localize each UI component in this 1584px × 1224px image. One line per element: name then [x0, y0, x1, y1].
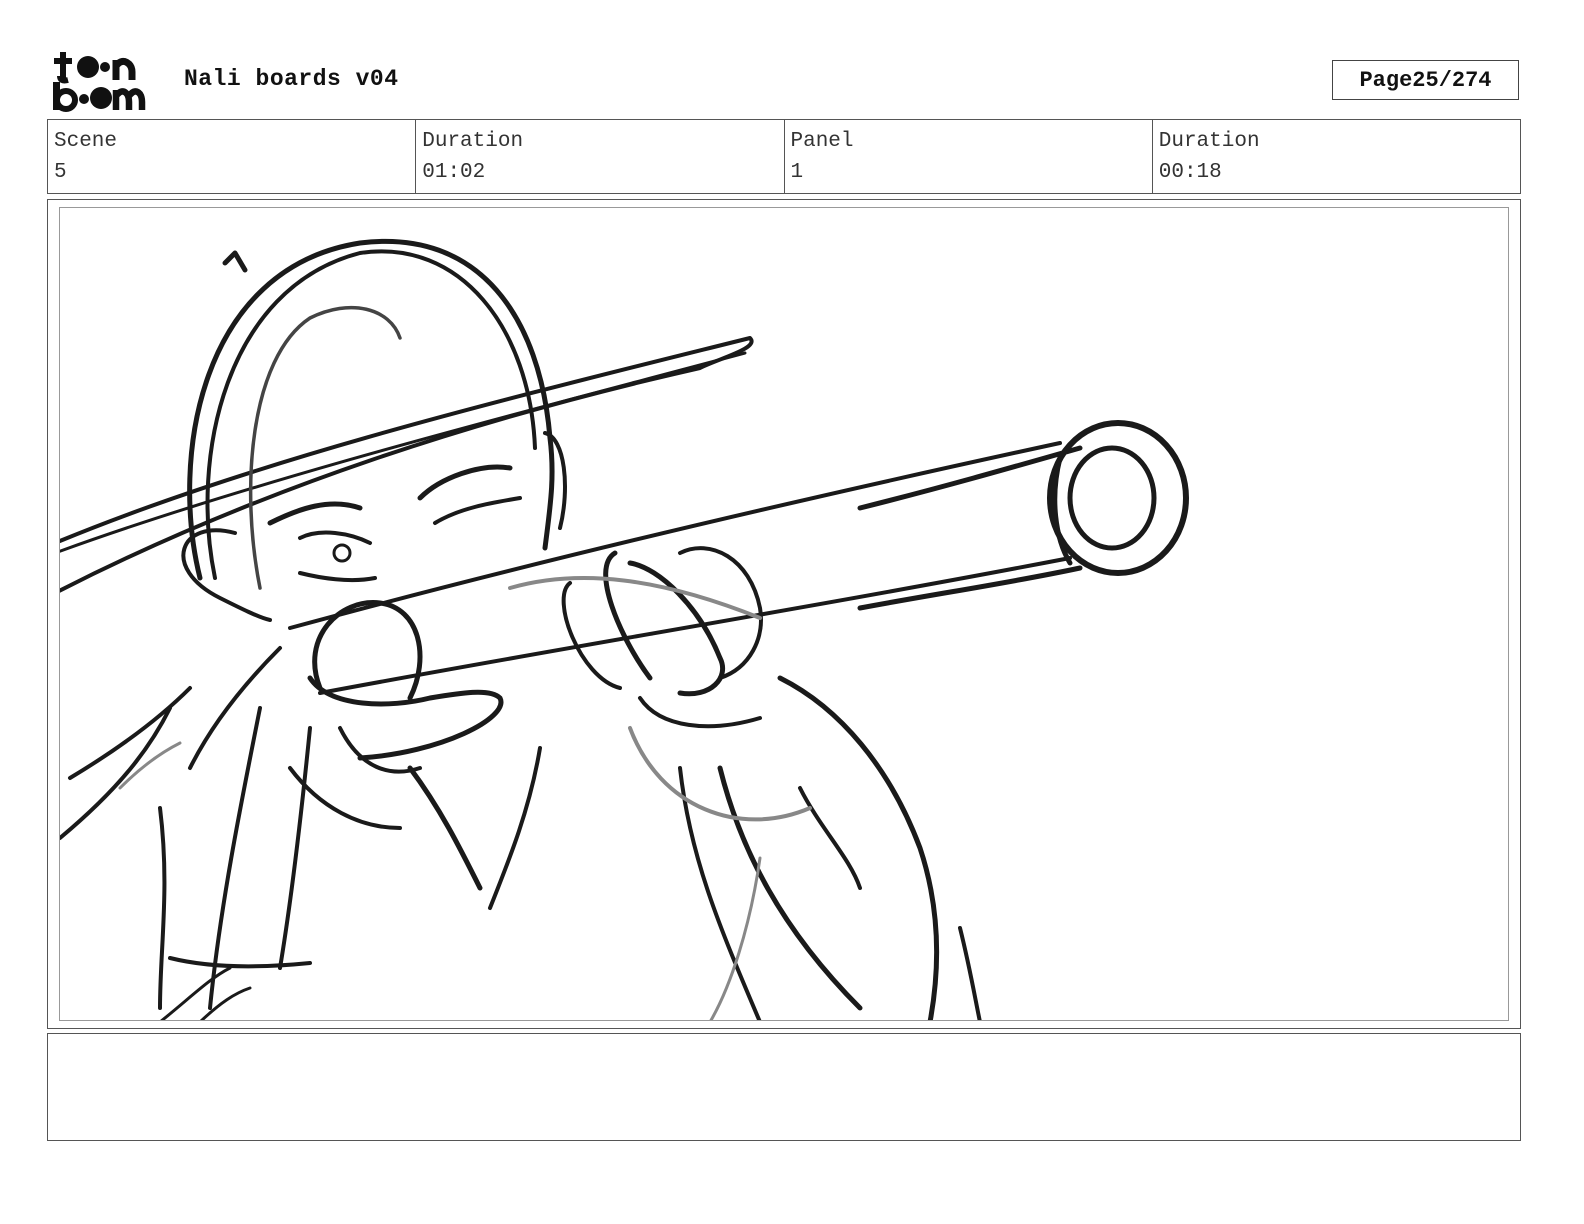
scene-label: Scene	[54, 130, 118, 153]
panel-info-bar: Scene 5 Duration 01:02 Panel 1 Duration …	[47, 119, 1521, 194]
panel-duration-cell: Duration 00:18	[1153, 120, 1520, 193]
panel-frame	[47, 199, 1521, 1029]
scene-duration-cell: Duration 01:02	[416, 120, 785, 193]
project-title: Nali boards v04	[184, 66, 399, 92]
scene-cell: Scene 5	[48, 120, 417, 193]
page-counter: Page 25/274	[1332, 60, 1519, 100]
page-label: Page	[1359, 67, 1413, 93]
page-value: 25/274	[1412, 67, 1492, 93]
panel-image	[59, 207, 1509, 1021]
scene-value: 5	[54, 161, 67, 184]
panel-label: Panel	[790, 130, 854, 153]
panel-cell: Panel 1	[785, 120, 1153, 193]
scene-duration-value: 01:02	[422, 161, 486, 184]
toon-boom-logo-icon	[52, 50, 164, 112]
panel-value: 1	[790, 161, 804, 184]
panel-notes-box	[47, 1033, 1521, 1141]
panel-duration-label: Duration	[1158, 130, 1260, 153]
storyboard-sketch-icon	[60, 238, 1189, 1020]
scene-duration-label: Duration	[422, 130, 524, 153]
panel-duration-value: 00:18	[1158, 161, 1222, 184]
